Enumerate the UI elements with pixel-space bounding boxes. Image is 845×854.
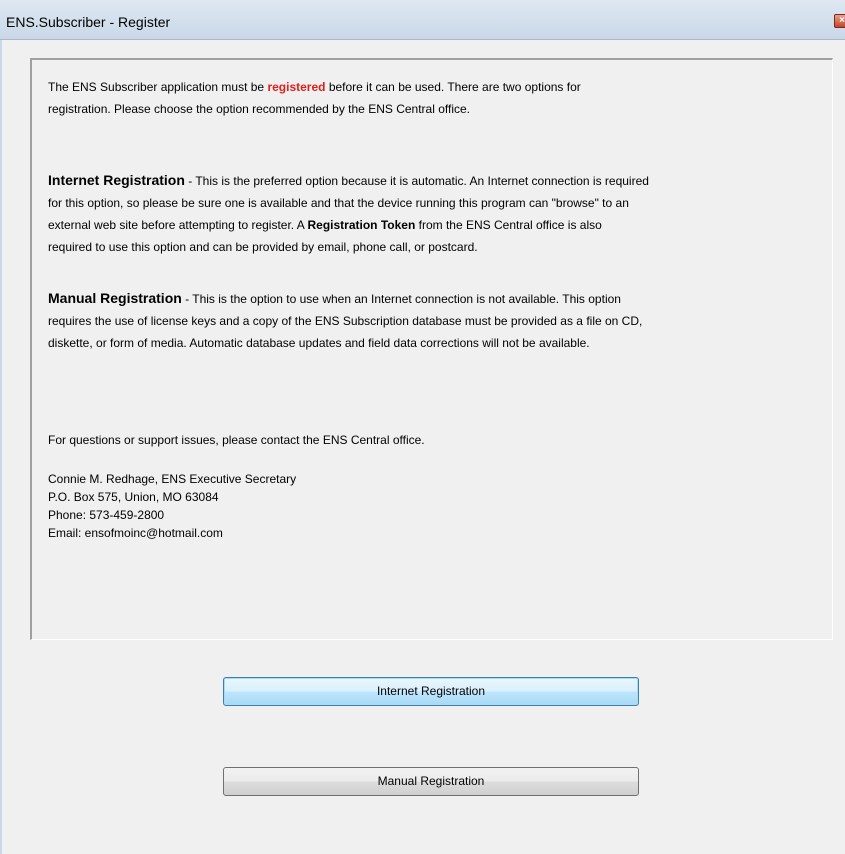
intro-line-1: The ENS Subscriber application must be r… [48, 76, 818, 98]
internet-registration-heading: Internet Registration [48, 172, 185, 188]
manual-line-1: Manual Registration - This is the option… [48, 287, 823, 310]
registration-token-label: Registration Token [307, 218, 416, 232]
contact-block: Connie M. Redhage, ENS Executive Secreta… [48, 470, 548, 542]
manual-registration-heading: Manual Registration [48, 290, 182, 306]
internet-line-3-post: from the ENS Central office is also [415, 218, 602, 232]
intro-line-2: registration. Please choose the option r… [48, 102, 471, 116]
intro-paragraph: The ENS Subscriber application must be r… [48, 76, 818, 120]
support-text: For questions or support issues, please … [48, 433, 425, 447]
close-icon[interactable]: × [834, 14, 845, 28]
internet-line-3-pre: external web site before attempting to r… [48, 218, 308, 232]
internet-registration-button[interactable]: Internet Registration [223, 677, 639, 706]
internet-registration-paragraph: Internet Registration - This is the pref… [48, 169, 823, 258]
internet-line-4: required to use this option and can be p… [48, 240, 478, 254]
contact-email: Email: ensofmoinc@hotmail.com [48, 526, 223, 540]
window-title: ENS.Subscriber - Register [6, 14, 171, 30]
window-left-border [0, 40, 2, 854]
contact-name: Connie M. Redhage, ENS Executive Secreta… [48, 472, 297, 486]
intro-text-post: before it can be used. There are two opt… [325, 80, 581, 94]
register-window: ENS.Subscriber - Register × The ENS Subs… [0, 0, 845, 854]
internet-line-3: external web site before attempting to r… [48, 214, 823, 236]
title-bar[interactable]: ENS.Subscriber - Register × [0, 0, 845, 40]
registered-emphasis: registered [267, 80, 326, 94]
manual-registration-button[interactable]: Manual Registration [223, 767, 639, 796]
internet-line-1: Internet Registration - This is the pref… [48, 169, 823, 192]
manual-line-1-text: - This is the option to use when an Inte… [181, 292, 621, 306]
contact-phone: Phone: 573-459-2800 [48, 508, 165, 522]
internet-line-1-text: - This is the preferred option because i… [184, 174, 649, 188]
manual-line-2: requires the use of license keys and a c… [48, 314, 643, 328]
intro-text-pre: The ENS Subscriber application must be [48, 80, 268, 94]
contact-address: P.O. Box 575, Union, MO 63084 [48, 490, 219, 504]
internet-line-2: for this option, so please be sure one i… [48, 196, 629, 210]
manual-line-3: diskette, or form of media. Automatic da… [48, 336, 590, 350]
info-panel: The ENS Subscriber application must be r… [30, 58, 833, 640]
manual-registration-paragraph: Manual Registration - This is the option… [48, 287, 823, 354]
